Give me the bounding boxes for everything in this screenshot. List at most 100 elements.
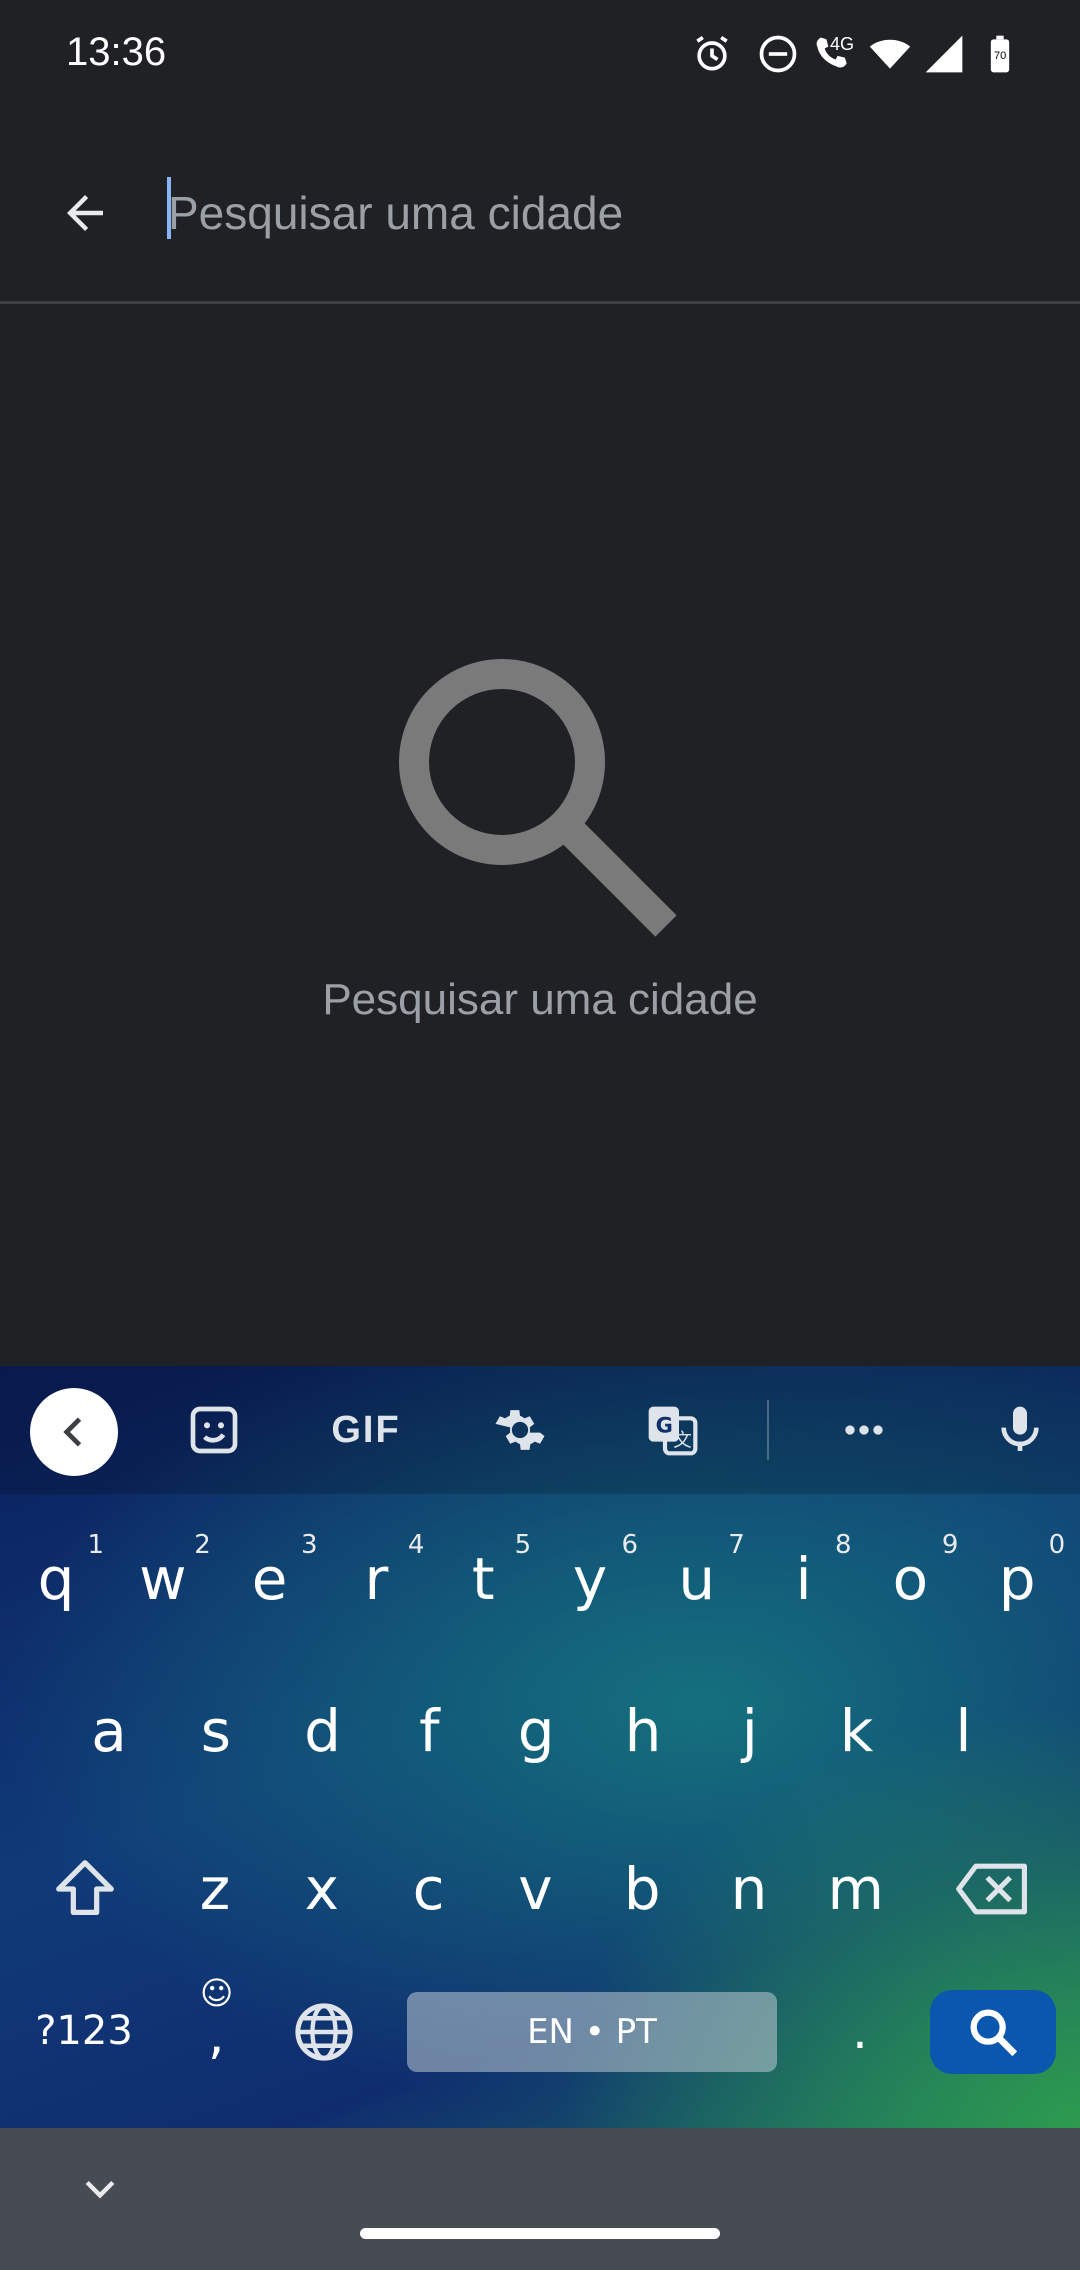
battery-level: 70 (994, 50, 1007, 62)
key-t[interactable]: t5 (433, 1524, 533, 1634)
key-i[interactable]: i8 (754, 1524, 854, 1634)
key-number-hint: 4 (407, 1530, 425, 1560)
key-label: p (998, 1545, 1036, 1613)
key-j[interactable]: j (700, 1676, 800, 1786)
key-label: m (827, 1855, 885, 1923)
key-y[interactable]: y6 (540, 1524, 640, 1634)
collapse-toolbar-button[interactable] (30, 1388, 118, 1476)
key-x[interactable]: x (272, 1834, 372, 1944)
key-label: a (91, 1697, 127, 1765)
search-icon (390, 650, 680, 940)
keyboard-settings-button[interactable] (482, 1392, 558, 1468)
language-switch-key[interactable] (282, 1990, 366, 2074)
key-q[interactable]: q1 (6, 1524, 106, 1634)
key-label: r (364, 1545, 389, 1613)
key-c[interactable]: c (379, 1834, 479, 1944)
key-a[interactable]: a (59, 1676, 159, 1786)
key-f[interactable]: f (379, 1676, 479, 1786)
comma-label: , (208, 2006, 225, 2066)
period-key[interactable]: . (830, 1986, 890, 2076)
chevron-down-icon (85, 2180, 115, 2199)
alarm-icon (690, 32, 734, 76)
status-bar: 13:36 4G 70 (0, 0, 1080, 110)
symbols-key[interactable]: ?123 (24, 1986, 144, 2076)
key-number-hint: 3 (301, 1530, 318, 1560)
signal-icon (922, 32, 966, 76)
wifi-icon (868, 32, 912, 76)
key-label: b (623, 1855, 661, 1923)
svg-text:文: 文 (673, 1430, 692, 1451)
key-p[interactable]: p0 (967, 1524, 1067, 1634)
key-w[interactable]: w2 (113, 1524, 213, 1634)
key-number-hint: 5 (514, 1530, 532, 1560)
voice-input-button[interactable] (982, 1392, 1058, 1468)
key-label: h (624, 1697, 662, 1765)
space-key[interactable]: EN • PT (407, 1992, 777, 2072)
key-o[interactable]: o9 (860, 1524, 960, 1634)
search-icon (970, 2009, 1018, 2057)
on-screen-keyboard: GIF G文 ?123 ☺ , EN • PT . q1w2e3 r 4 t 5… (0, 1366, 1080, 2128)
key-l[interactable]: l (913, 1676, 1013, 1786)
backspace-key[interactable] (948, 1844, 1038, 1934)
back-button[interactable] (40, 168, 130, 258)
search-app-bar (0, 110, 1080, 302)
key-label: f (419, 1697, 440, 1765)
key-r[interactable]: r4 (326, 1524, 426, 1634)
sticker-button[interactable] (176, 1392, 252, 1468)
key-label: e (251, 1545, 288, 1613)
key-label: q (37, 1545, 75, 1613)
home-gesture-handle[interactable] (360, 2228, 720, 2239)
key-n[interactable]: n (699, 1834, 799, 1944)
key-label: y (572, 1545, 608, 1613)
app-bar-divider (0, 301, 1080, 304)
key-label: z (199, 1855, 231, 1923)
key-number-hint: 7 (728, 1530, 745, 1560)
search-action-key[interactable] (930, 1990, 1056, 2074)
key-s[interactable]: s (166, 1676, 266, 1786)
key-e[interactable]: e3 (220, 1524, 320, 1634)
shift-icon (56, 1860, 114, 1915)
more-options-button[interactable] (826, 1392, 902, 1468)
translate-icon: G文 (648, 1406, 698, 1456)
backspace-icon (956, 1863, 1027, 1915)
key-number-hint: 6 (621, 1530, 638, 1560)
key-u[interactable]: u7 (647, 1524, 747, 1634)
microphone-icon (1001, 1406, 1039, 1451)
key-label: k (839, 1697, 874, 1765)
key-m[interactable]: m (806, 1834, 906, 1944)
key-label: g (517, 1697, 555, 1765)
toolbar-separator (767, 1400, 769, 1460)
navigation-bar (0, 2128, 1080, 2270)
arrow-back-icon (67, 195, 103, 231)
key-label: c (412, 1855, 445, 1923)
do-not-disturb-icon (756, 32, 800, 76)
key-number-hint: 0 (1048, 1530, 1066, 1560)
key-d[interactable]: d (273, 1676, 373, 1786)
globe-icon (295, 2003, 353, 2061)
sticker-icon (190, 1406, 238, 1454)
settings-icon (495, 1410, 545, 1450)
gif-button[interactable]: GIF (326, 1392, 406, 1468)
shift-key[interactable] (40, 1844, 130, 1934)
key-g[interactable]: g (486, 1676, 586, 1786)
key-b[interactable]: b (592, 1834, 692, 1944)
key-number-hint: 8 (835, 1530, 852, 1560)
key-label: l (955, 1697, 972, 1765)
key-z[interactable]: z (165, 1834, 265, 1944)
key-label: n (730, 1855, 768, 1923)
key-label: u (678, 1545, 716, 1613)
key-number-hint: 9 (941, 1530, 959, 1560)
key-label: j (741, 1697, 758, 1765)
key-label: i (795, 1545, 812, 1613)
key-number-hint: 1 (87, 1530, 104, 1560)
translate-button[interactable]: G文 (634, 1392, 710, 1468)
svg-text:G: G (656, 1413, 673, 1437)
city-search-input[interactable] (168, 170, 1048, 256)
comma-emoji-key[interactable]: ☺ , (186, 1970, 246, 2080)
key-v[interactable]: v (485, 1834, 585, 1944)
gif-label: GIF (331, 1408, 401, 1451)
hide-keyboard-button[interactable] (70, 2158, 130, 2218)
key-k[interactable]: k (807, 1676, 907, 1786)
key-number-hint: 2 (194, 1530, 211, 1560)
key-h[interactable]: h (593, 1676, 693, 1786)
